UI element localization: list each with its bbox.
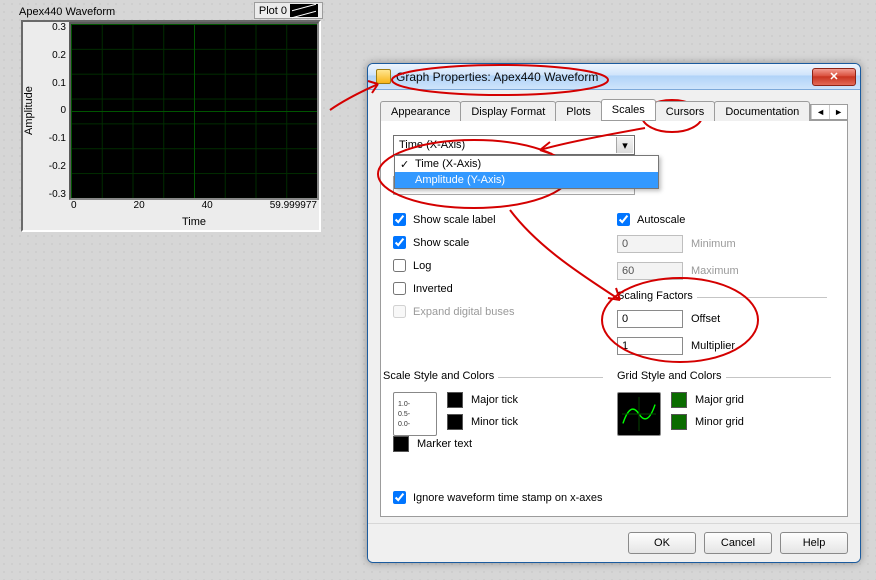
- axis-select[interactable]: Time (X-Axis) ▾ Time (X-Axis) Amplitude …: [393, 135, 635, 155]
- plot-legend-label: Plot 0: [259, 5, 287, 17]
- check-show-scale-label[interactable]: Show scale label: [393, 213, 515, 226]
- dialog-footer: OK Cancel Help: [368, 523, 860, 562]
- axis-select-value: Time (X-Axis): [399, 139, 465, 151]
- x-axis-label: Time: [69, 216, 319, 230]
- axis-item-amplitude[interactable]: Amplitude (Y-Axis): [395, 172, 658, 188]
- maximum-field: [617, 262, 683, 280]
- check-ignore-timestamp[interactable]: Ignore waveform time stamp on x-axes: [393, 491, 603, 504]
- inverted-checkbox[interactable]: [393, 282, 406, 295]
- minimum-field: [617, 235, 683, 253]
- check-autoscale[interactable]: Autoscale: [617, 213, 827, 226]
- tab-scroll[interactable]: ◄ ►: [810, 104, 848, 120]
- tab-documentation[interactable]: Documentation: [714, 101, 810, 121]
- tab-scales[interactable]: Scales: [601, 99, 656, 120]
- scale-style-preview[interactable]: 1.0-0.5-0.0-: [393, 392, 437, 436]
- chevron-down-icon[interactable]: ▾: [616, 137, 633, 153]
- maximum-label: Maximum: [691, 265, 739, 277]
- graph-box: Amplitude 0.3 0.2 0.1 0 -0.1 -0.2 -0.3 0…: [21, 20, 321, 232]
- x-axis-ticks: 0 20 40 59.999977: [69, 200, 319, 216]
- help-button[interactable]: Help: [780, 532, 848, 554]
- check-expand-digital-buses: Expand digital buses: [393, 305, 515, 318]
- scales-panel: Time (X-Axis) ▾ Time (X-Axis) Amplitude …: [380, 121, 848, 517]
- scale-style-label: Scale Style and Colors: [383, 370, 498, 382]
- show-scale-label-checkbox[interactable]: [393, 213, 406, 226]
- dialog-title: Graph Properties: Apex440 Waveform: [396, 70, 812, 84]
- offset-label: Offset: [691, 313, 720, 325]
- minor-grid-label: Minor grid: [695, 416, 744, 428]
- tab-cursors[interactable]: Cursors: [655, 101, 716, 121]
- major-tick-label: Major tick: [471, 394, 518, 406]
- log-checkbox[interactable]: [393, 259, 406, 272]
- show-scale-checkbox[interactable]: [393, 236, 406, 249]
- offset-field[interactable]: [617, 310, 683, 328]
- tabstrip: Appearance Display Format Plots Scales C…: [380, 99, 848, 121]
- plot-legend[interactable]: Plot 0: [254, 2, 323, 19]
- tab-plots[interactable]: Plots: [555, 101, 601, 121]
- minor-tick-swatch[interactable]: [447, 414, 463, 430]
- grid-style-label: Grid Style and Colors: [617, 370, 726, 382]
- chevron-right-icon[interactable]: ►: [829, 105, 847, 119]
- graph-properties-dialog: Graph Properties: Apex440 Waveform ✕ App…: [367, 63, 861, 563]
- minimum-label: Minimum: [691, 238, 736, 250]
- waveform-graph[interactable]: Apex440 Waveform Plot 0 Amplitude 0.3 0.…: [11, 2, 331, 242]
- close-icon: ✕: [829, 70, 838, 83]
- check-inverted[interactable]: Inverted: [393, 282, 515, 295]
- major-grid-swatch[interactable]: [671, 392, 687, 408]
- major-tick-swatch[interactable]: [447, 392, 463, 408]
- multiplier-field[interactable]: [617, 337, 683, 355]
- check-log[interactable]: Log: [393, 259, 515, 272]
- axis-dropdown: Time (X-Axis) Amplitude (Y-Axis): [394, 155, 659, 189]
- grid-style-preview[interactable]: [617, 392, 661, 436]
- axis-item-time[interactable]: Time (X-Axis): [395, 156, 658, 172]
- plot-area[interactable]: [69, 22, 319, 200]
- y-axis-ticks: 0.3 0.2 0.1 0 -0.1 -0.2 -0.3: [41, 22, 69, 200]
- ok-button[interactable]: OK: [628, 532, 696, 554]
- expand-checkbox: [393, 305, 406, 318]
- chevron-left-icon[interactable]: ◄: [811, 105, 829, 119]
- multiplier-label: Multiplier: [691, 340, 735, 352]
- minor-grid-swatch[interactable]: [671, 414, 687, 430]
- y-axis-label: Amplitude: [23, 22, 41, 200]
- close-button[interactable]: ✕: [812, 68, 856, 86]
- tab-appearance[interactable]: Appearance: [380, 101, 461, 121]
- autoscale-checkbox[interactable]: [617, 213, 630, 226]
- ignore-timestamp-checkbox[interactable]: [393, 491, 406, 504]
- check-show-scale[interactable]: Show scale: [393, 236, 515, 249]
- major-grid-label: Major grid: [695, 394, 744, 406]
- marker-text-label: Marker text: [417, 438, 472, 450]
- plot-swatch-icon: [290, 4, 318, 17]
- tab-display-format[interactable]: Display Format: [460, 101, 556, 121]
- minor-tick-label: Minor tick: [471, 416, 518, 428]
- titlebar[interactable]: Graph Properties: Apex440 Waveform ✕: [368, 64, 860, 90]
- cancel-button[interactable]: Cancel: [704, 532, 772, 554]
- graph-title: Apex440 Waveform: [19, 6, 115, 18]
- marker-text-swatch[interactable]: [393, 436, 409, 452]
- scaling-factors-label: Scaling Factors: [617, 290, 697, 302]
- app-icon: [376, 69, 391, 84]
